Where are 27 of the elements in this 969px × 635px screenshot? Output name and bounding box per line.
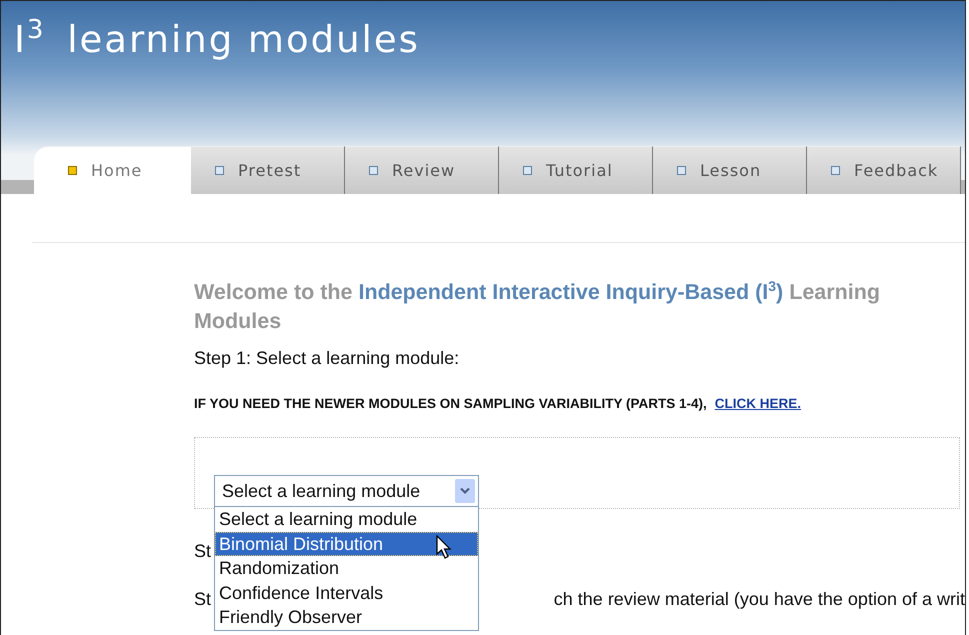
nav-tab[interactable]: Review bbox=[345, 146, 499, 194]
bullet-icon bbox=[677, 166, 686, 175]
nav-tab[interactable]: Home bbox=[34, 146, 191, 194]
bullet-icon bbox=[369, 166, 378, 175]
click-here-link[interactable]: CLICK HERE. bbox=[714, 396, 802, 411]
dropdown-option[interactable]: Select a learning module bbox=[215, 507, 478, 532]
step-text: St bbox=[194, 588, 212, 610]
bullet-icon bbox=[68, 166, 77, 175]
bullet-icon bbox=[523, 166, 532, 175]
bullet-icon bbox=[215, 166, 224, 175]
nav-tab[interactable]: Lesson bbox=[653, 146, 807, 194]
bullet-icon bbox=[831, 166, 840, 175]
nav-tab[interactable]: Pretest bbox=[191, 146, 345, 194]
step-instruction: Step 1: Select a learning module: bbox=[194, 348, 460, 369]
cursor-icon bbox=[436, 534, 452, 560]
welcome-heading: Welcome to the Independent Interactive Inquiry-Based (I$^{3}$) Learning Modules bbox=[194, 278, 881, 335]
dropdown-option[interactable]: Binomial Distribution bbox=[215, 532, 478, 556]
dropdown-option[interactable]: Friendly Observer bbox=[215, 605, 478, 630]
nav-tab[interactable]: Tutorial bbox=[499, 146, 653, 194]
dropdown-option[interactable]: Randomization bbox=[215, 556, 478, 580]
site-title: I$^{3}$ learning modules bbox=[13, 14, 420, 61]
dropdown-option[interactable]: Confidence Intervals bbox=[215, 580, 478, 605]
nav-tab[interactable]: Feedback bbox=[807, 146, 961, 194]
step-text: St bbox=[194, 540, 212, 562]
notice-text: IF YOU NEED THE NEWER MODULES ON SAMPLING VARIABILITY (PARTS 1-4), bbox=[194, 396, 707, 411]
step-text: ch the review material (you have the option of a writ bbox=[554, 588, 965, 610]
module-select[interactable]: Select a learning module bbox=[214, 475, 479, 507]
